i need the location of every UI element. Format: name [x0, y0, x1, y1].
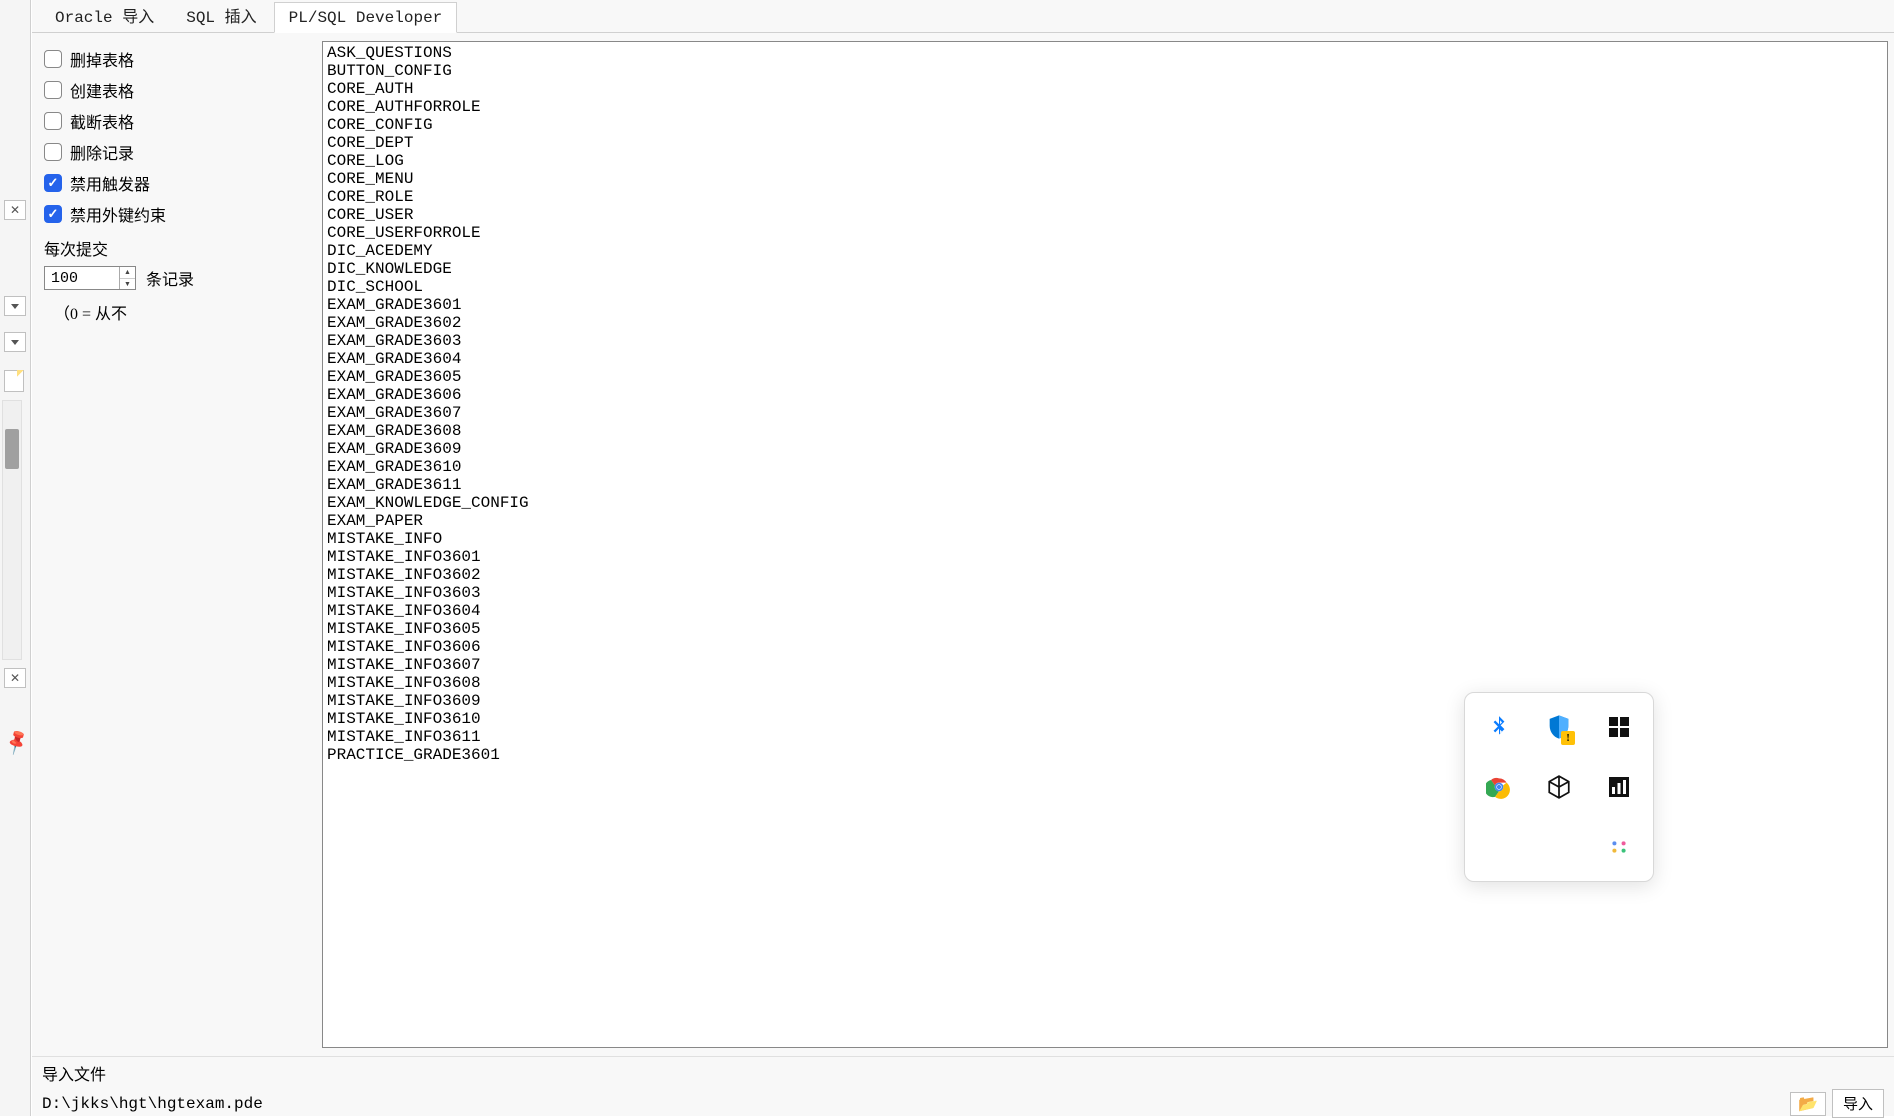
table-item[interactable]: ASK_QUESTIONS: [327, 44, 1883, 62]
scrollbar-thumb[interactable]: [5, 429, 19, 469]
checkbox-icon[interactable]: [44, 143, 62, 161]
table-item[interactable]: CORE_CONFIG: [327, 116, 1883, 134]
commit-count-spinner[interactable]: 100 ▲ ▼: [44, 266, 136, 290]
dropdown-toggle-2[interactable]: [4, 332, 26, 352]
bar-chart-icon[interactable]: [1597, 765, 1641, 809]
option-truncate-tables[interactable]: 截断表格: [44, 109, 310, 133]
option-label: 删掉表格: [70, 47, 134, 71]
left-tool-rail: ✕ ✕ 📌: [0, 0, 31, 1116]
checkbox-icon[interactable]: [44, 112, 62, 130]
table-item[interactable]: MISTAKE_INFO3605: [327, 620, 1883, 638]
browse-button[interactable]: 📂: [1790, 1092, 1826, 1116]
bluetooth-icon[interactable]: [1477, 705, 1521, 749]
option-label: 截断表格: [70, 109, 134, 133]
table-item[interactable]: EXAM_GRADE3606: [327, 386, 1883, 404]
table-item[interactable]: EXAM_GRADE3610: [327, 458, 1883, 476]
table-item[interactable]: CORE_USERFORROLE: [327, 224, 1883, 242]
table-item[interactable]: EXAM_GRADE3607: [327, 404, 1883, 422]
rail-scrollbar[interactable]: [2, 400, 22, 660]
option-label: 禁用外键约束: [70, 202, 166, 226]
table-item[interactable]: DIC_SCHOOL: [327, 278, 1883, 296]
option-drop-tables[interactable]: 删掉表格: [44, 47, 310, 71]
close-panel-button-2[interactable]: ✕: [4, 668, 26, 688]
option-label: 禁用触发器: [70, 171, 150, 195]
table-item[interactable]: CORE_AUTHFORROLE: [327, 98, 1883, 116]
table-item[interactable]: CORE_ROLE: [327, 188, 1883, 206]
option-label: 创建表格: [70, 78, 134, 102]
table-item[interactable]: MISTAKE_INFO3608: [327, 674, 1883, 692]
table-item[interactable]: EXAM_GRADE3609: [327, 440, 1883, 458]
table-list[interactable]: ASK_QUESTIONSBUTTON_CONFIGCORE_AUTHCORE_…: [322, 41, 1888, 1048]
table-item[interactable]: MISTAKE_INFO3607: [327, 656, 1883, 674]
import-file-path[interactable]: D:\jkks\hgt\hgtexam.pde: [42, 1095, 1784, 1113]
table-item[interactable]: EXAM_GRADE3608: [327, 422, 1883, 440]
spinner-down-icon[interactable]: ▼: [120, 279, 135, 290]
table-item[interactable]: CORE_DEPT: [327, 134, 1883, 152]
table-item[interactable]: MISTAKE_INFO3606: [327, 638, 1883, 656]
table-item[interactable]: MISTAKE_INFO3604: [327, 602, 1883, 620]
main-panel: Oracle 导入 SQL 插入 PL/SQL Developer 删掉表格 创…: [32, 0, 1894, 1116]
table-item[interactable]: CORE_MENU: [327, 170, 1883, 188]
table-item[interactable]: EXAM_GRADE3604: [327, 350, 1883, 368]
tab-sql-insert[interactable]: SQL 插入: [171, 0, 271, 32]
import-file-bar: 导入文件 D:\jkks\hgt\hgtexam.pde 📂 导入: [32, 1056, 1894, 1116]
table-item[interactable]: EXAM_GRADE3605: [327, 368, 1883, 386]
import-options-panel: 删掉表格 创建表格 截断表格 删除记录 禁用触发器 禁用外键约束: [32, 33, 322, 1056]
table-item[interactable]: DIC_KNOWLEDGE: [327, 260, 1883, 278]
import-button[interactable]: 导入: [1832, 1089, 1884, 1118]
table-item[interactable]: EXAM_GRADE3602: [327, 314, 1883, 332]
checkbox-icon[interactable]: [44, 81, 62, 99]
option-create-tables[interactable]: 创建表格: [44, 78, 310, 102]
table-item[interactable]: EXAM_GRADE3601: [327, 296, 1883, 314]
checkbox-checked-icon[interactable]: [44, 205, 62, 223]
security-shield-icon[interactable]: !: [1537, 705, 1581, 749]
pin-icon[interactable]: 📌: [2, 728, 32, 757]
table-item[interactable]: EXAM_GRADE3603: [327, 332, 1883, 350]
content-area: 删掉表格 创建表格 截断表格 删除记录 禁用触发器 禁用外键约束: [32, 33, 1894, 1056]
table-item[interactable]: MISTAKE_INFO3602: [327, 566, 1883, 584]
table-item[interactable]: MISTAKE_INFO3601: [327, 548, 1883, 566]
dashboard-icon[interactable]: [1597, 705, 1641, 749]
checkbox-checked-icon[interactable]: [44, 174, 62, 192]
table-item[interactable]: EXAM_GRADE3611: [327, 476, 1883, 494]
records-suffix-label: 条记录: [146, 266, 194, 290]
tabs-bar: Oracle 导入 SQL 插入 PL/SQL Developer: [32, 0, 1894, 33]
table-item[interactable]: CORE_USER: [327, 206, 1883, 224]
chrome-icon[interactable]: [1477, 765, 1521, 809]
more-dots-icon[interactable]: [1597, 825, 1641, 869]
table-item[interactable]: DIC_ACEDEMY: [327, 242, 1883, 260]
commit-every-label: 每次提交: [44, 236, 310, 260]
new-file-icon[interactable]: [4, 370, 24, 392]
import-file-label: 导入文件: [42, 1061, 1884, 1085]
commit-count-value[interactable]: 100: [45, 270, 119, 287]
option-label: 删除记录: [70, 140, 134, 164]
table-item[interactable]: MISTAKE_INFO: [327, 530, 1883, 548]
tab-oracle-import[interactable]: Oracle 导入: [40, 0, 169, 32]
zero-means-never-note: （0 = 从不: [54, 300, 310, 324]
dropdown-toggle-1[interactable]: [4, 296, 26, 316]
table-item[interactable]: MISTAKE_INFO3603: [327, 584, 1883, 602]
table-item[interactable]: BUTTON_CONFIG: [327, 62, 1883, 80]
table-item[interactable]: CORE_AUTH: [327, 80, 1883, 98]
tab-plsql-developer[interactable]: PL/SQL Developer: [274, 2, 458, 33]
table-item[interactable]: CORE_LOG: [327, 152, 1883, 170]
option-disable-fk[interactable]: 禁用外键约束: [44, 202, 310, 226]
system-tray-popup: !: [1464, 692, 1654, 882]
cube-3d-icon[interactable]: [1537, 765, 1581, 809]
spinner-up-icon[interactable]: ▲: [120, 267, 135, 279]
option-delete-records[interactable]: 删除记录: [44, 140, 310, 164]
option-disable-triggers[interactable]: 禁用触发器: [44, 171, 310, 195]
table-item[interactable]: EXAM_KNOWLEDGE_CONFIG: [327, 494, 1883, 512]
table-item[interactable]: EXAM_PAPER: [327, 512, 1883, 530]
folder-open-icon: 📂: [1798, 1094, 1818, 1114]
warning-badge-icon: !: [1561, 731, 1575, 745]
close-panel-button[interactable]: ✕: [4, 200, 26, 220]
checkbox-icon[interactable]: [44, 50, 62, 68]
